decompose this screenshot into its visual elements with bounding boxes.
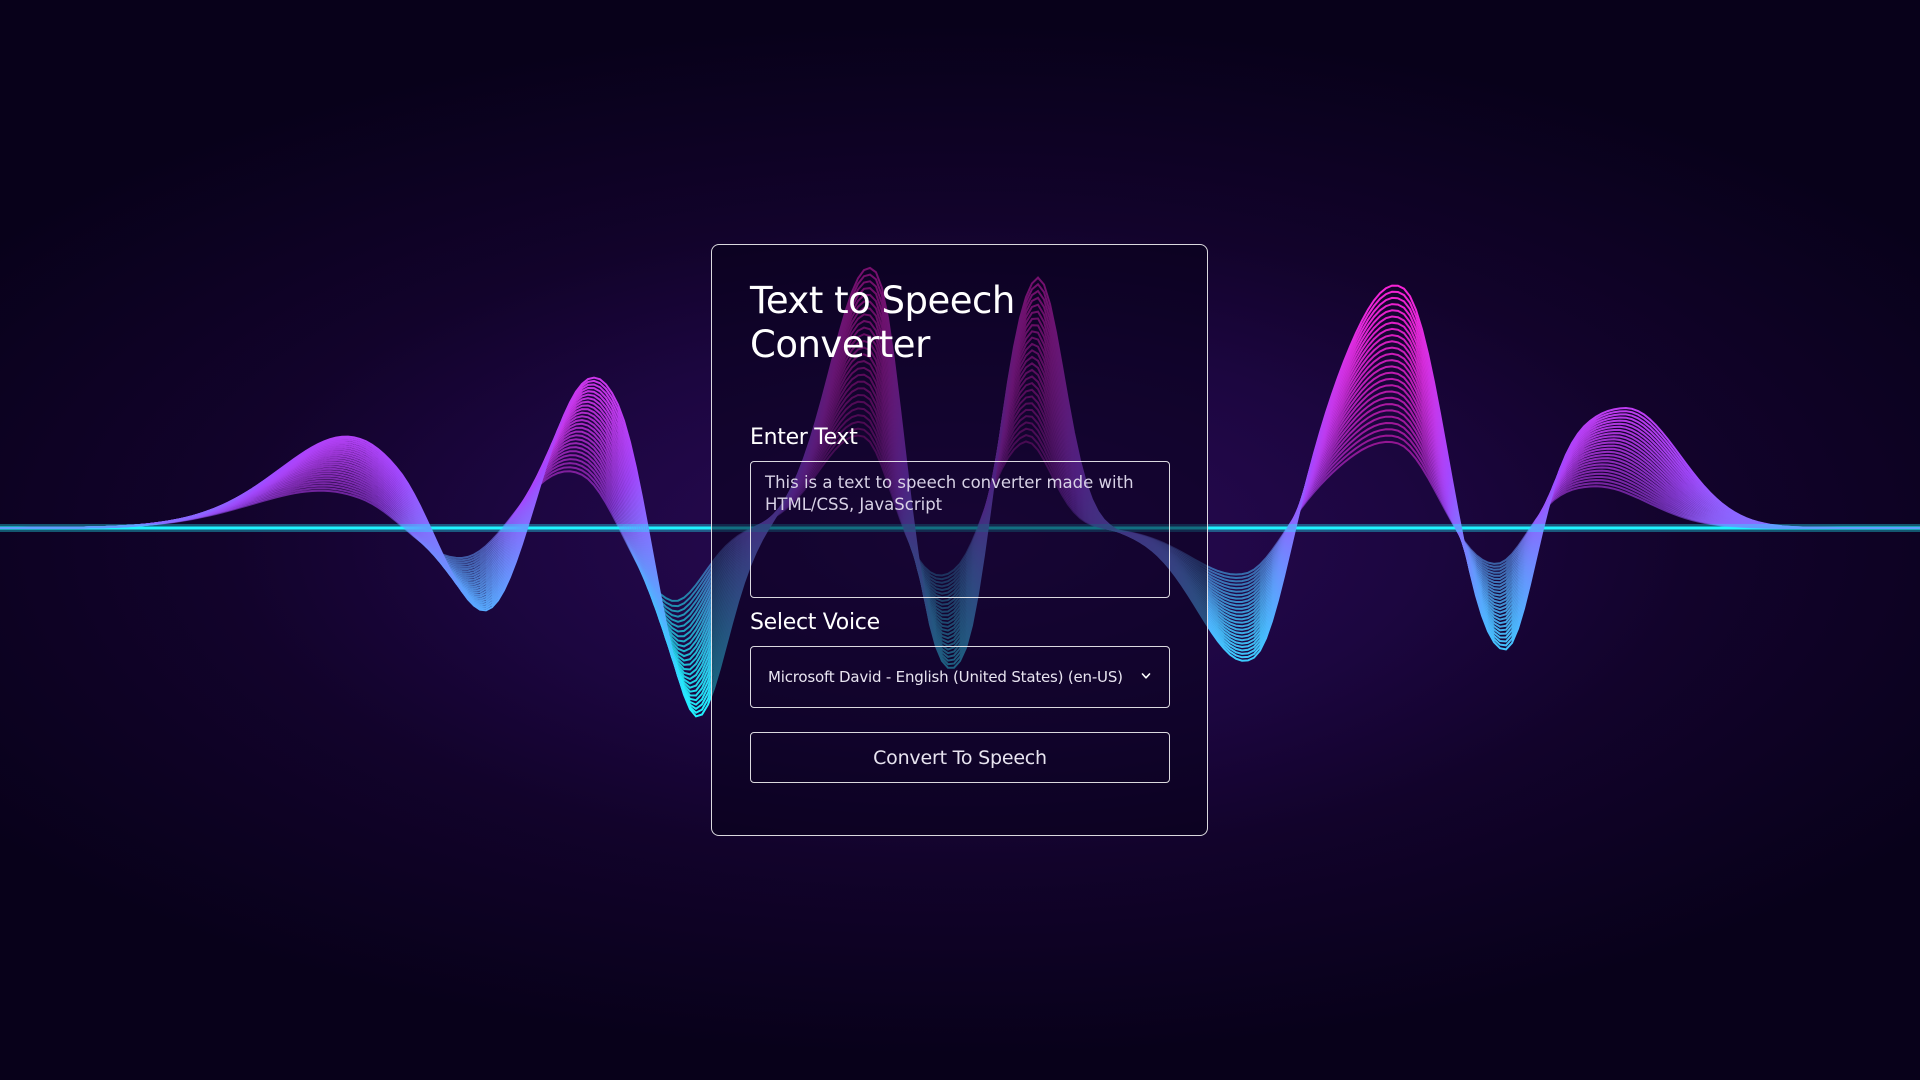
voice-select[interactable]: Microsoft David - English (United States… xyxy=(750,646,1170,708)
converter-card: Text to Speech Converter Enter Text This… xyxy=(711,244,1208,836)
title-line-2: Converter xyxy=(750,323,930,366)
page-title: Text to Speech Converter xyxy=(750,279,1050,367)
text-input[interactable]: This is a text to speech converter made … xyxy=(750,461,1170,598)
select-voice-label: Select Voice xyxy=(750,610,880,635)
voice-select-value: Microsoft David - English (United States… xyxy=(768,668,1123,686)
chevron-down-icon xyxy=(1141,673,1151,679)
title-line-1: Text to Speech xyxy=(750,279,1015,322)
convert-to-speech-button[interactable]: Convert To Speech xyxy=(750,732,1170,783)
enter-text-label: Enter Text xyxy=(750,425,858,450)
